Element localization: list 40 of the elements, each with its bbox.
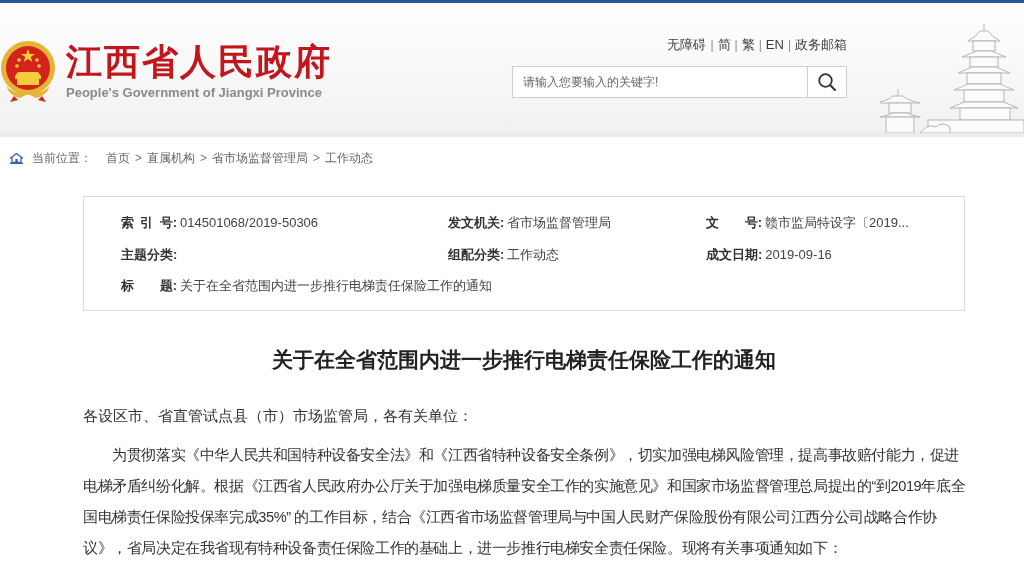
emblem-icon	[0, 40, 56, 102]
link-separator: |	[758, 37, 762, 54]
home-icon	[10, 152, 23, 164]
field-value: 2019-09-16	[765, 245, 832, 264]
top-link[interactable]: 简	[717, 36, 731, 54]
search-icon	[818, 73, 836, 91]
breadcrumb-separator: >	[200, 150, 208, 166]
site-subtitle: People's Government of Jiangxi Province	[66, 85, 323, 101]
search-field[interactable]: 请输入您要输入的关键字!	[512, 66, 808, 98]
field-label: 发文机关:	[448, 214, 505, 232]
field-label: 组配分类:	[448, 245, 505, 264]
top-link[interactable]: 政务邮箱	[795, 36, 847, 54]
breadcrumb-link[interactable]: 首页	[106, 150, 130, 166]
breadcrumb-label: 当前位置：	[32, 150, 92, 166]
breadcrumb-link[interactable]: 工作动态	[325, 150, 374, 166]
link-separator: |	[734, 37, 738, 54]
breadcrumb-link[interactable]: 省市场监督管理局	[212, 150, 309, 166]
field-value: 工作动态	[507, 245, 560, 264]
field-label: 标 题:	[121, 277, 177, 295]
field-value: 赣市监局特设字〔2019...	[765, 214, 909, 232]
field-value: 省市场监督管理局	[507, 214, 612, 232]
article-title: 关于在全省范围内进一步推行电梯责任保险工作的通知	[271, 347, 777, 373]
top-link[interactable]: EN	[765, 36, 784, 54]
breadcrumb-separator: >	[313, 150, 321, 166]
field-label: 成文日期:	[706, 245, 763, 264]
link-separator: |	[787, 37, 791, 54]
link-separator: |	[710, 37, 714, 54]
field-value: 关于在全省范围内进一步推行电梯责任保险工作的通知	[180, 277, 492, 295]
field-label: 索 引 号:	[121, 214, 177, 232]
search-button[interactable]	[808, 66, 847, 98]
field-label: 主题分类:	[121, 245, 178, 264]
site-title: 江西省人民政府	[66, 41, 332, 83]
field-value: 014501068/2019-50306	[180, 214, 319, 232]
top-link[interactable]: 无障碍	[667, 36, 707, 54]
breadcrumb-link[interactable]: 直属机构	[147, 150, 195, 166]
top-link[interactable]: 繁	[741, 36, 755, 54]
paragraph-text: 为贯彻落实《中华人民共和国特种设备安全法》和《江西省特种设备安全条例》，切实加强电梯风险管理，提高事故赔付能力，促进电梯矛盾纠纷化解。根据《江西省人民政府办公厅关于加强电梯质量安全工作的实施意见》和国家市场监督管理总局提出的“到2019年底全国电梯责任保险投保率完成35%” 的工作目标，结合《江西省市场监督管理局与中国人民财产保险股份有限公司江西分公司战略合作协议》，省局决定在我省现有特种设备责任保险工作的基础上，进一步推行电梯安全责任保险。现将有关事项通知如下：	[83, 446, 967, 558]
breadcrumb-separator: >	[135, 150, 142, 166]
salutation-text: 各设区市、省直管试点县（市）市场监管局，各有关单位：	[83, 406, 474, 426]
field-label: 文 号:	[706, 214, 762, 232]
